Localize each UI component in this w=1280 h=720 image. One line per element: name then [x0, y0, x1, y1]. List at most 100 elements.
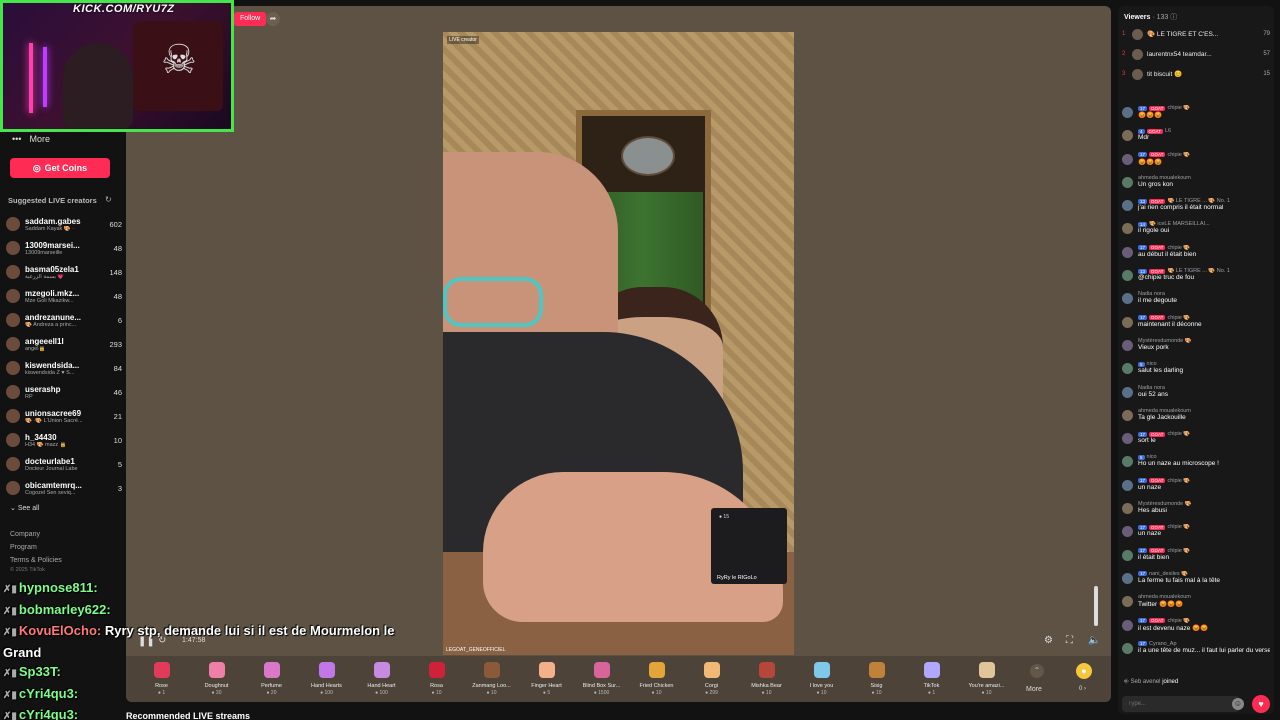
- creator-item[interactable]: h_34430 H34 🎨 mazz 🔒 10: [6, 428, 122, 452]
- creator-item[interactable]: andrezanune... 🎨 Andreza a princ... 6: [6, 308, 122, 332]
- overlay-chat-user: hypnose811:: [18, 580, 98, 595]
- creator-item[interactable]: 13009marsei... 13009marseille 48: [6, 236, 122, 260]
- chat-message[interactable]: 17 GOAT chipie 🎨 un naze: [1122, 477, 1270, 500]
- viewer-count: 10: [113, 435, 122, 445]
- footer-company[interactable]: Company: [10, 528, 62, 541]
- volume-slider[interactable]: [1094, 586, 1098, 626]
- creator-item[interactable]: mzegoli.mkz... Mze Goli Mkazikw... 48: [6, 284, 122, 308]
- chat-username[interactable]: chipie 🎨: [1167, 618, 1190, 624]
- creator-item[interactable]: unionsacree69 🎨 ·🎨 L'Union Sacré... 21: [6, 404, 122, 428]
- top-viewer-row[interactable]: 2 laurentnx54 teamdar... 57: [1122, 44, 1270, 64]
- fan-badge: GOAT: [1149, 524, 1166, 530]
- gift-item[interactable]: Sisig ● 10: [849, 656, 904, 696]
- coin-icon[interactable]: ●: [1076, 663, 1092, 679]
- fan-badge: GOAT: [1146, 128, 1163, 134]
- neon-light: [29, 43, 33, 113]
- gift-name: Fried Chicken: [639, 683, 674, 689]
- chat-message[interactable]: ahmeda moualekoum Twitter 😡😡😡: [1122, 593, 1270, 616]
- gift-item[interactable]: Blind Box Sur... ● 1500: [574, 656, 629, 696]
- creator-item[interactable]: angeeell1l angel🔒 293: [6, 332, 122, 356]
- creator-name: andrezanune...: [25, 312, 82, 322]
- gift-item[interactable]: Zanmang Loo... ● 10: [464, 656, 519, 696]
- top-viewer-row[interactable]: 3 tit biscuit 😊 15: [1122, 64, 1270, 84]
- chat-username[interactable]: chipie 🎨: [1167, 315, 1190, 321]
- chat-message[interactable]: Nadia nora il me degoute: [1122, 290, 1270, 313]
- gift-item[interactable]: I love you ● 10: [794, 656, 849, 696]
- chat-message[interactable]: 17 Cyrano_Ap il a une tête de muz... il fa…: [1122, 640, 1270, 663]
- volume-icon[interactable]: 🔈: [1088, 635, 1100, 646]
- more-menu[interactable]: ••• More: [12, 134, 50, 144]
- chat-username[interactable]: ahmeda moualekoum: [1138, 408, 1191, 414]
- gift-item[interactable]: Finger Heart ● 5: [519, 656, 574, 696]
- chat-username[interactable]: Cyrano_Ap: [1149, 641, 1177, 647]
- chat-message[interactable]: 5 nico Ho un naze au microscope !: [1122, 453, 1270, 476]
- gift-item[interactable]: Corgi ● 299: [684, 656, 739, 696]
- chat-message[interactable]: 17 GOAT chipie 🎨 sort le: [1122, 430, 1270, 453]
- gift-price: ● 5: [519, 690, 574, 696]
- chat-message[interactable]: 17 GOAT chipie 🎨 😡😡😡: [1122, 104, 1270, 127]
- chat-message[interactable]: 17 GOAT chipie 🎨 un naze: [1122, 523, 1270, 546]
- chat-text: oui 52 ans: [1138, 390, 1168, 398]
- chat-text: j'ai rien compris il était normal: [1138, 204, 1224, 212]
- chat-username[interactable]: chipie 🎨: [1167, 152, 1190, 158]
- chat-message-body: 17 GOAT chipie 🎨 au début il était bien: [1138, 245, 1270, 266]
- see-all-link[interactable]: ⌄ See all: [10, 504, 39, 512]
- chat-username[interactable]: chipie 🎨: [1167, 524, 1190, 530]
- creator-subtitle: Mze Goli Mkazikw...: [25, 297, 74, 304]
- chat-message[interactable]: 17 nani_desiles 🎨 La ferme tu fais mal à l…: [1122, 570, 1270, 593]
- gift-item[interactable]: You're amazi... ● 10: [959, 656, 1014, 696]
- chat-message[interactable]: 14 🎨 iceLE MARSEILLAI... il rigole oui: [1122, 220, 1270, 243]
- chevron-up-icon[interactable]: ⌃: [1030, 664, 1044, 678]
- chat-message[interactable]: Mystèresdumonde 🎨 Hes abusi: [1122, 500, 1270, 523]
- chat-message[interactable]: 17 GOAT chipie 🎨 il était bien: [1122, 547, 1270, 570]
- creator-item[interactable]: saddam.gabes Saddam Kayak 🎨 · 602: [6, 212, 122, 236]
- emoji-icon[interactable]: ☺: [1232, 698, 1244, 710]
- chat-input[interactable]: [1122, 696, 1240, 712]
- gifts-more-button[interactable]: More: [1026, 686, 1042, 693]
- chat-username[interactable]: L6: [1165, 128, 1171, 134]
- creator-item[interactable]: kiswendsida... kiswendsida Z ♥ S... 84: [6, 356, 122, 380]
- chat-username[interactable]: chipie 🎨: [1167, 431, 1190, 437]
- chat-message[interactable]: ahmeda moualekoum Un gros kon: [1122, 174, 1270, 197]
- creator-item[interactable]: docteurlabe1 Docteur Journal Labe 5: [6, 452, 122, 476]
- info-icon: ⓘ: [1170, 14, 1178, 21]
- suggested-creators-title: Suggested LIVE creators: [8, 196, 97, 205]
- creator-item[interactable]: obicamtemrq... Cogozel Sen seviq... 3: [6, 476, 122, 500]
- chat-message[interactable]: Mystèresdumonde 🎨 Vieux pork: [1122, 337, 1270, 360]
- fullscreen-icon[interactable]: ⛶: [1066, 635, 1073, 646]
- see-all-label: See all: [17, 505, 40, 512]
- chat-message[interactable]: 13 GOAT 🎨 LE TIGRE ... 🎨 No. 1 @chipie truc…: [1122, 267, 1270, 290]
- chat-message[interactable]: 17 GOAT chipie 🎨 maintenant il déconne: [1122, 314, 1270, 337]
- chat-username[interactable]: chipie 🎨: [1167, 245, 1190, 251]
- chat-message[interactable]: Nadia nora oui 52 ans: [1122, 384, 1270, 407]
- heart-icon[interactable]: ♥: [1252, 695, 1270, 713]
- gift-item[interactable]: TikTok ● 1: [904, 656, 959, 696]
- guest-pip[interactable]: ● 15 RyRy le RIGoLo: [711, 508, 787, 584]
- footer-terms[interactable]: Terms & Policies: [10, 554, 62, 567]
- follow-button[interactable]: Follow: [234, 12, 267, 26]
- chat-message[interactable]: 4 GOAT L6 Mdr: [1122, 127, 1270, 150]
- refresh-icon[interactable]: ↻: [105, 195, 112, 204]
- chat-message[interactable]: 17 GOAT chipie 🎨 il est devenu naze 😡😡: [1122, 617, 1270, 640]
- viewers-header[interactable]: Viewers · 133 ⓘ: [1124, 12, 1177, 22]
- creator-item[interactable]: basma05zela1 بسمة الزرعية 💗 148: [6, 260, 122, 284]
- gift-item[interactable]: Mishka Bear ● 10: [739, 656, 794, 696]
- chat-username[interactable]: chipie 🎨: [1167, 478, 1190, 484]
- settings-icon[interactable]: ⚙: [1044, 635, 1053, 646]
- chat-username[interactable]: chipie 🎨: [1167, 105, 1190, 111]
- footer-program[interactable]: Program: [10, 541, 62, 554]
- chat-message[interactable]: 5 nico salut les darling: [1122, 360, 1270, 383]
- top-viewer-row[interactable]: 1 🎨 LE TIGRE ET C'ES... 79: [1122, 24, 1270, 44]
- creator-item[interactable]: userashp RP 46: [6, 380, 122, 404]
- chat-message[interactable]: 17 GOAT chipie 🎨 😡😡😡: [1122, 151, 1270, 174]
- chat-username[interactable]: Nadia nora: [1138, 385, 1165, 391]
- chat-message[interactable]: 13 GOAT 🎨 LE TIGRE ... 🎨 No. 1 j'ai rien co…: [1122, 197, 1270, 220]
- gift-item[interactable]: Fried Chicken ● 10: [629, 656, 684, 696]
- creator-name: obicamtemrq...: [25, 480, 82, 490]
- chat-username[interactable]: chipie 🎨: [1167, 548, 1190, 554]
- share-icon[interactable]: ➦: [266, 12, 280, 26]
- chat-message[interactable]: 17 GOAT chipie 🎨 au début il était bien: [1122, 244, 1270, 267]
- get-coins-button[interactable]: ◎ Get Coins: [10, 158, 110, 178]
- chat-username[interactable]: ahmeda moualekoum: [1138, 175, 1191, 181]
- chat-message[interactable]: ahmeda moualekoum Ta gle Jackouille: [1122, 407, 1270, 430]
